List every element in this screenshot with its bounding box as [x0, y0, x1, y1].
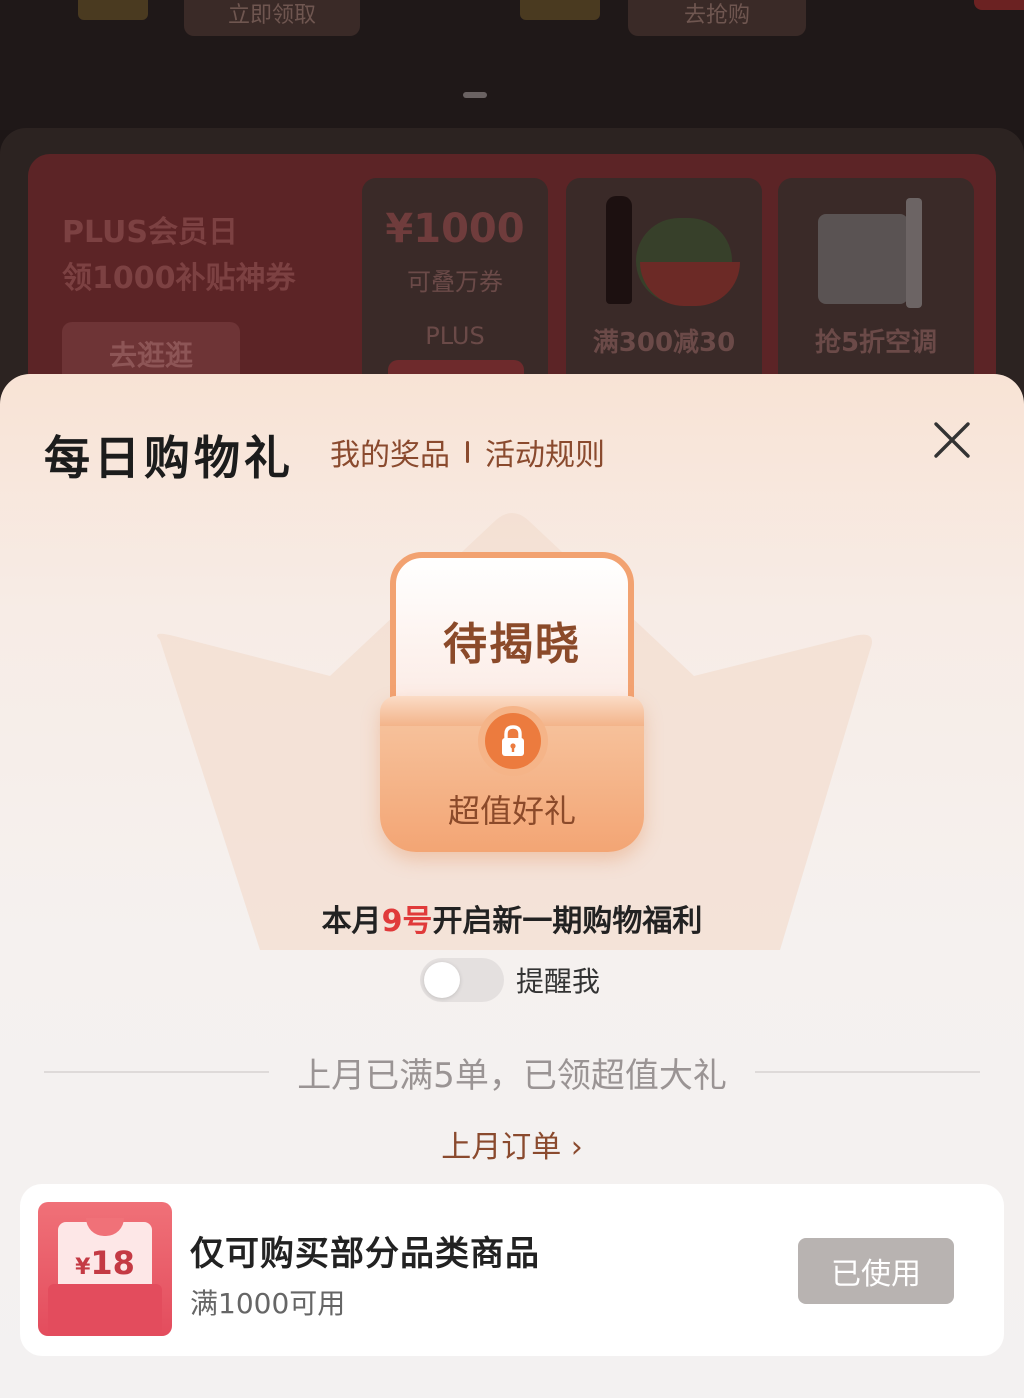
coupon-condition: 满1000可用 [190, 1287, 346, 1320]
promo-thumbnail [520, 0, 600, 20]
remind-me-label: 提醒我 [516, 965, 601, 998]
go-buy-button: 去抢购 [628, 0, 806, 36]
lock-badge [478, 706, 548, 776]
activity-rules-link[interactable]: 活动规则 [485, 430, 605, 474]
banner-tile-label: 抢5折空调 [814, 328, 938, 358]
last-month-orders-link[interactable]: 上月订单 › [0, 1122, 1024, 1166]
banner-tile-label: 满300减30 [592, 328, 736, 358]
my-prizes-link[interactable]: 我的奖品 [330, 430, 450, 474]
link-separator [466, 441, 469, 463]
coupon-card: ¥18 仅可购买部分品类商品 满1000可用 已使用 [20, 1184, 1004, 1356]
claim-now-button: 立即领取 [184, 0, 360, 36]
next-period-notice: 本月9号开启新一期购物福利 [321, 904, 703, 939]
banner-coupon-amount: ¥1000 [385, 206, 525, 252]
close-icon[interactable] [930, 418, 974, 462]
banner-coupon-tag: PLUS [425, 322, 485, 350]
banner-coupon-desc: 可叠万券 [407, 268, 503, 296]
sheet-title: 每日购物礼 [44, 431, 294, 485]
coupon-title: 仅可购买部分品类商品 [190, 1234, 540, 1274]
promo-corner [974, 0, 1024, 10]
remind-me-row: 提醒我 [420, 958, 600, 1002]
sheet-header-links: 我的奖品 活动规则 [330, 430, 605, 474]
gift-subtitle: 超值好礼 [447, 792, 576, 830]
wine-bottle-image [606, 196, 632, 304]
background-top-strip: 立即领取 去抢购 [0, 0, 1024, 130]
gift-title: 待揭晓 [443, 619, 581, 670]
promo-thumbnail [78, 0, 148, 20]
mystery-gift-envelope: 待揭晓 超值好礼 [376, 546, 648, 856]
coupon-amount: ¥18 [75, 1244, 135, 1282]
last-month-status: 上月已满5单，已领超值大礼 [297, 1055, 727, 1096]
last-month-divider: 上月已满5单，已领超值大礼 [44, 1050, 981, 1096]
divider-line [44, 1071, 270, 1073]
divider-line [754, 1071, 981, 1073]
notice-date-highlight: 9号 [381, 904, 433, 939]
daily-shopping-gift-sheet: 每日购物礼 我的奖品 活动规则 待揭晓 超值好礼 本月9号开启新一期购物福利 提… [0, 374, 1024, 1398]
banner-title: PLUS会员日 领1000补贴神券 [62, 215, 296, 296]
toggle-knob [424, 962, 460, 998]
coupon-envelope-icon: ¥18 [38, 1202, 172, 1336]
air-conditioner-tower-image [906, 198, 922, 308]
coupon-used-button[interactable]: 已使用 [798, 1238, 954, 1304]
air-conditioner-image [818, 214, 908, 304]
remind-me-toggle[interactable] [420, 958, 504, 1002]
carousel-indicator [463, 92, 487, 98]
lock-icon [502, 725, 524, 756]
